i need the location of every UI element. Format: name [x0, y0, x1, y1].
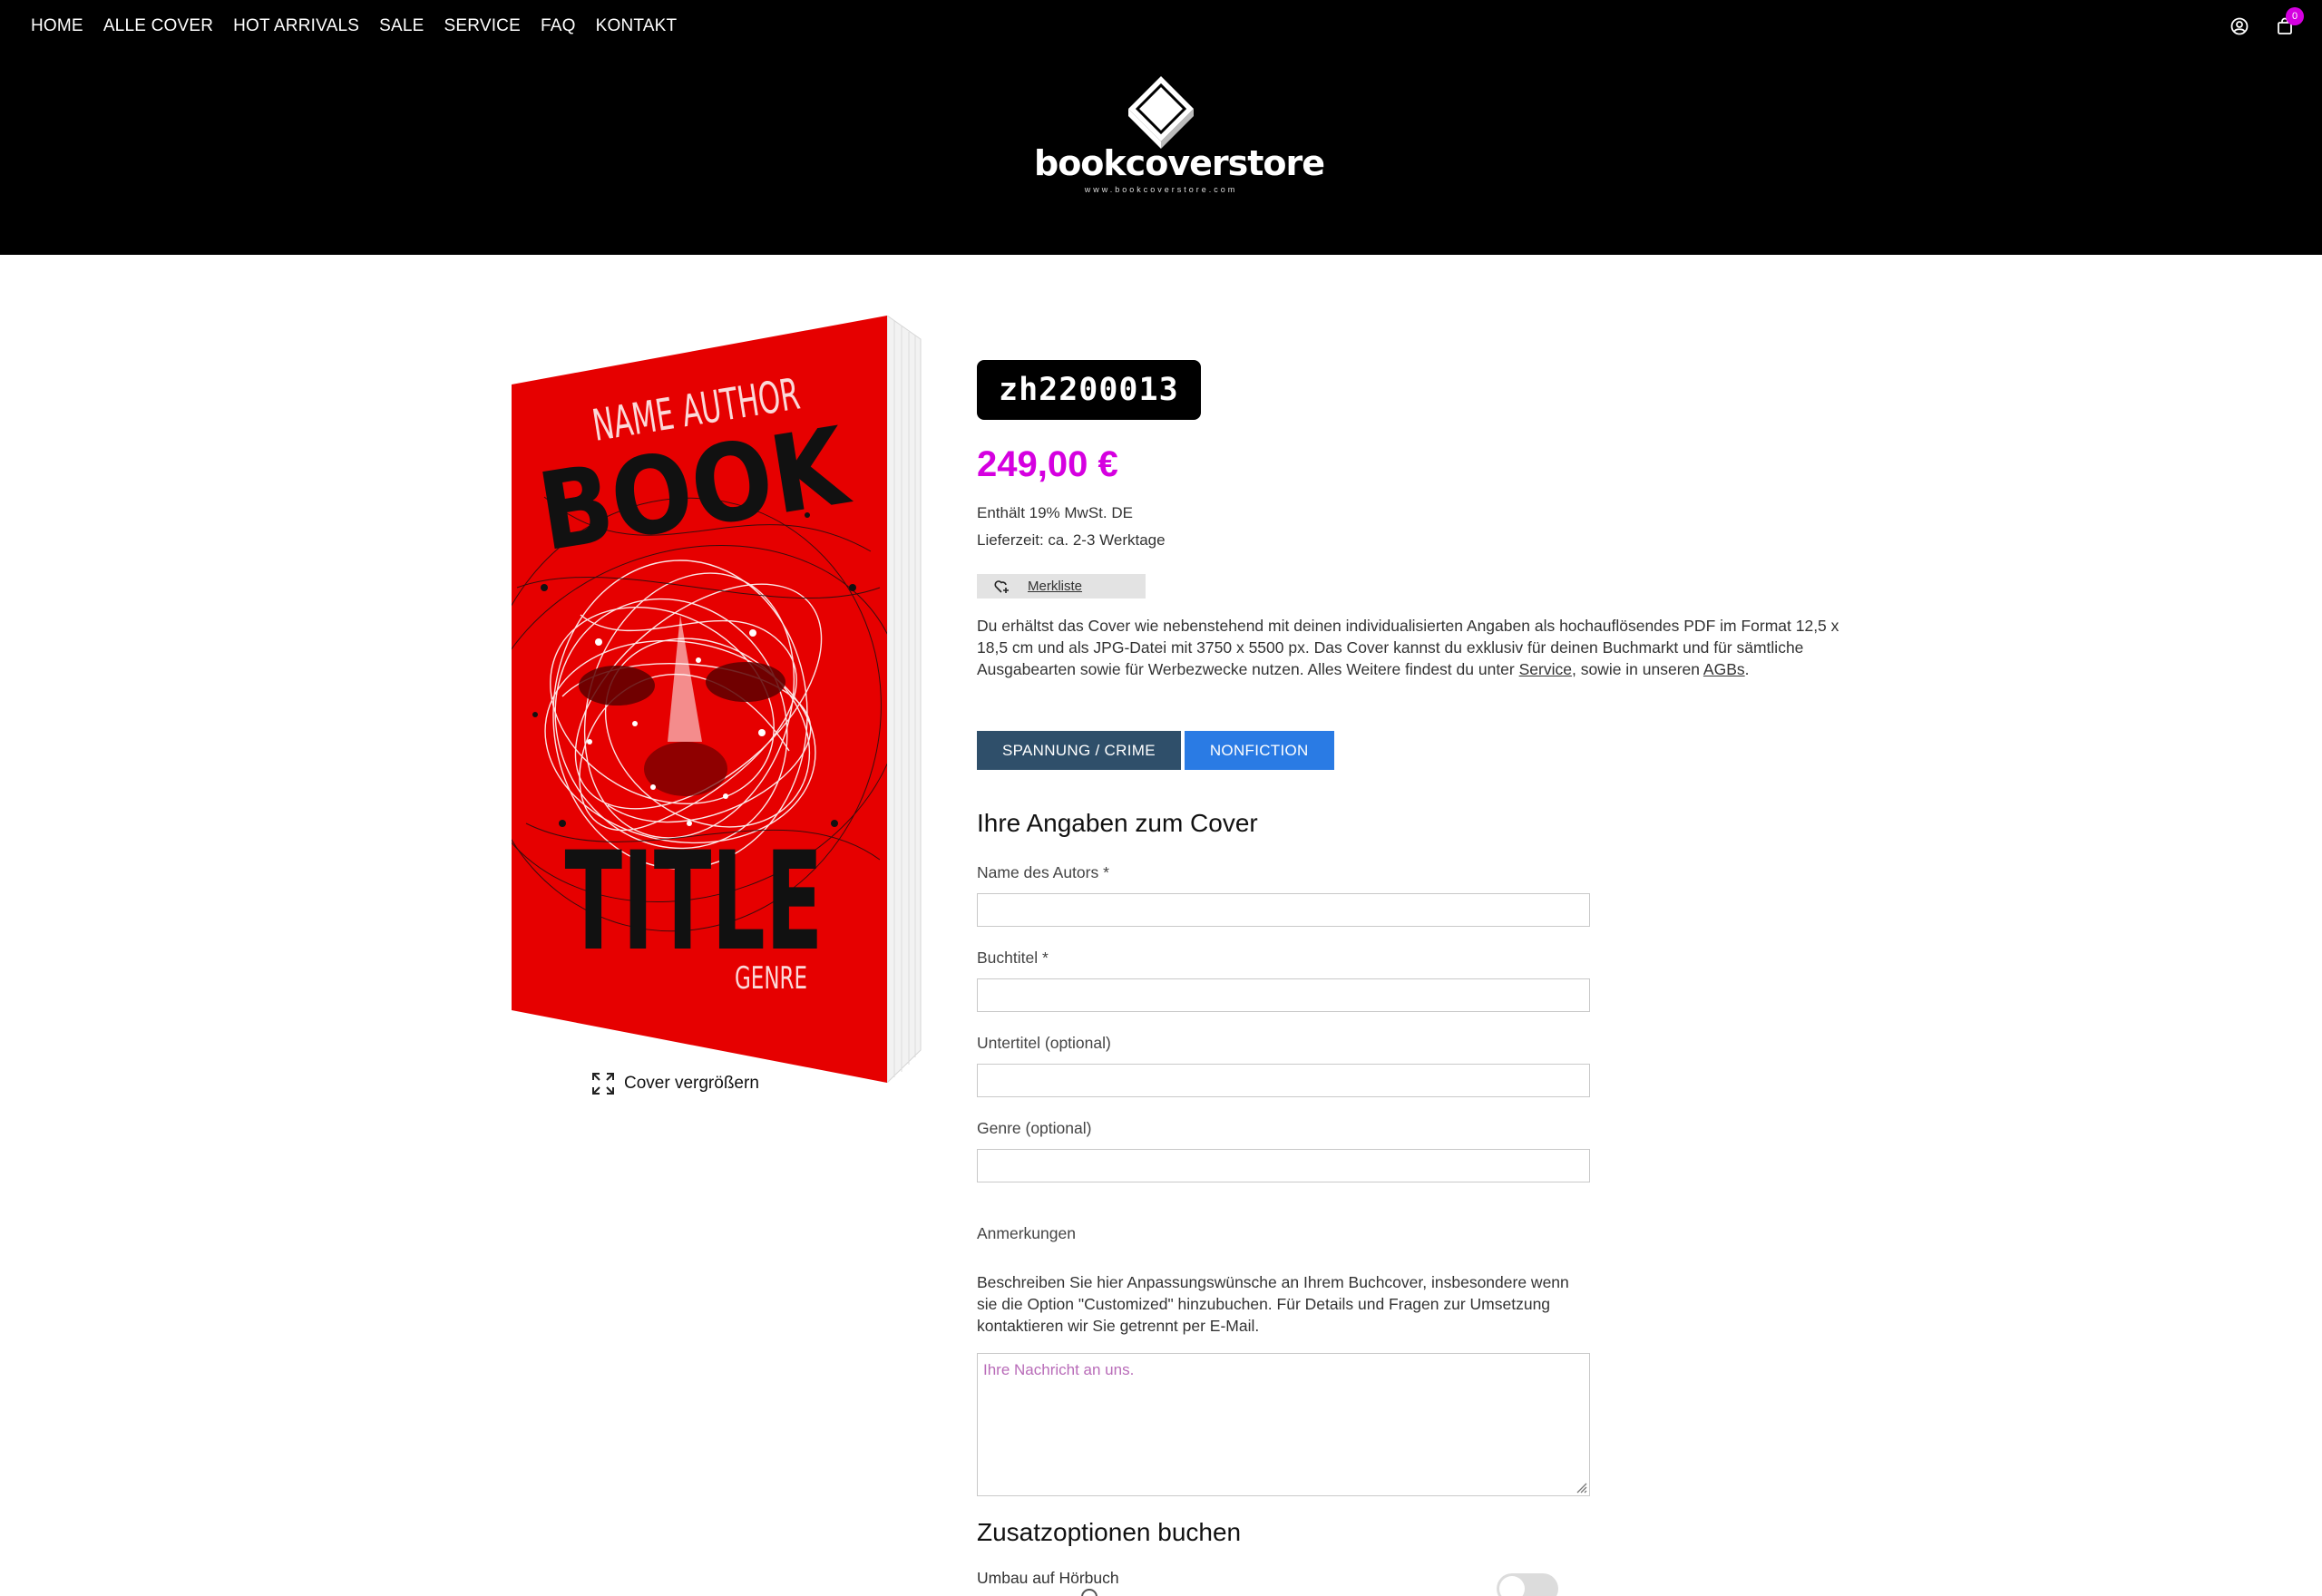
remarks-textarea[interactable]: Ihre Nachricht an uns.: [977, 1353, 1590, 1496]
genre-input[interactable]: [977, 1149, 1590, 1182]
nav-home[interactable]: HOME: [31, 15, 83, 38]
subtitle-input[interactable]: [977, 1064, 1590, 1097]
info-icon[interactable]: [1081, 1589, 1098, 1596]
main-nav: HOME ALLE COVER HOT ARRIVALS SALE SERVIC…: [31, 15, 697, 38]
book-cover-image[interactable]: NAME AUTHOR BOOK TITLE GENRE: [508, 316, 934, 1083]
remarks-label: Anmerkungen: [977, 1224, 1076, 1242]
logo-url: www.bookcoverstore.com: [1084, 185, 1238, 194]
cover-zoom-button[interactable]: Cover vergrößern: [591, 1072, 759, 1095]
description-text-3: .: [1744, 660, 1750, 678]
option-audiobook-label: Umbau auf Hörbuch: [977, 1569, 1119, 1587]
delivery-time: Lieferzeit: ca. 2-3 Werktage: [977, 531, 1166, 549]
genre-label: Genre (optional): [977, 1119, 1092, 1137]
product-price: 249,00 €: [977, 444, 1118, 484]
nav-faq[interactable]: FAQ: [541, 15, 576, 38]
nav-service[interactable]: SERVICE: [444, 15, 521, 38]
agb-link[interactable]: AGBs: [1703, 660, 1745, 678]
account-icon[interactable]: [2226, 13, 2253, 40]
tag-spannung-crime[interactable]: SPANNUNG / CRIME: [977, 731, 1181, 770]
product-sku: zh2200013: [977, 360, 1201, 420]
resize-handle-icon[interactable]: [1575, 1481, 1587, 1494]
service-link[interactable]: Service: [1519, 660, 1572, 678]
author-name-label: Name des Autors *: [977, 863, 1109, 881]
heart-plus-icon: [977, 579, 1028, 594]
tax-note: Enthält 19% MwSt. DE: [977, 504, 1133, 521]
description-text-2: , sowie in unseren: [1571, 660, 1703, 678]
form-title: Ihre Angaben zum Cover: [977, 809, 1258, 837]
tag-nonfiction[interactable]: NONFICTION: [1184, 731, 1334, 770]
remarks-placeholder: Ihre Nachricht an uns.: [983, 1361, 1135, 1378]
site-header: HOME ALLE COVER HOT ARRIVALS SALE SERVIC…: [0, 0, 2322, 255]
product-description: Du erhältst das Cover wie nebenstehend m…: [977, 615, 1848, 680]
logo-wordmark: bookcoverstore: [1034, 143, 1325, 183]
site-logo[interactable]: bookcoverstore www.bookcoverstore.com: [1034, 73, 1325, 200]
cart-count-badge: 0: [2286, 7, 2304, 25]
book-title-label: Buchtitel *: [977, 949, 1049, 967]
subtitle-label: Untertitel (optional): [977, 1034, 1111, 1052]
cart-icon[interactable]: 0: [2271, 7, 2304, 40]
nav-hot-arrivals[interactable]: HOT ARRIVALS: [233, 15, 359, 38]
nav-kontakt[interactable]: KONTAKT: [596, 15, 678, 38]
toggle-knob: [1499, 1576, 1525, 1596]
nav-sale[interactable]: SALE: [379, 15, 424, 38]
expand-icon: [592, 1073, 614, 1095]
options-title: Zusatzoptionen buchen: [977, 1518, 1242, 1546]
remarks-help-text: Beschreiben Sie hier Anpassungswünsche a…: [977, 1273, 1569, 1335]
author-name-input[interactable]: [977, 893, 1590, 927]
nav-alle-cover[interactable]: ALLE COVER: [103, 15, 213, 38]
cover-zoom-label: Cover vergrößern: [624, 1074, 759, 1093]
book-title-input[interactable]: [977, 978, 1590, 1012]
option-audiobook-toggle[interactable]: [1497, 1573, 1558, 1596]
category-tags: SPANNUNG / CRIME NONFICTION: [977, 731, 1334, 770]
cover-title-line2: TITLE: [565, 823, 824, 981]
cover-genre-text: GENRE: [735, 960, 807, 997]
header-actions: 0: [2226, 7, 2304, 40]
wishlist-button[interactable]: Merkliste: [977, 574, 1146, 598]
wishlist-label: Merkliste: [1028, 579, 1083, 594]
book-logo-icon: [1128, 76, 1194, 149]
